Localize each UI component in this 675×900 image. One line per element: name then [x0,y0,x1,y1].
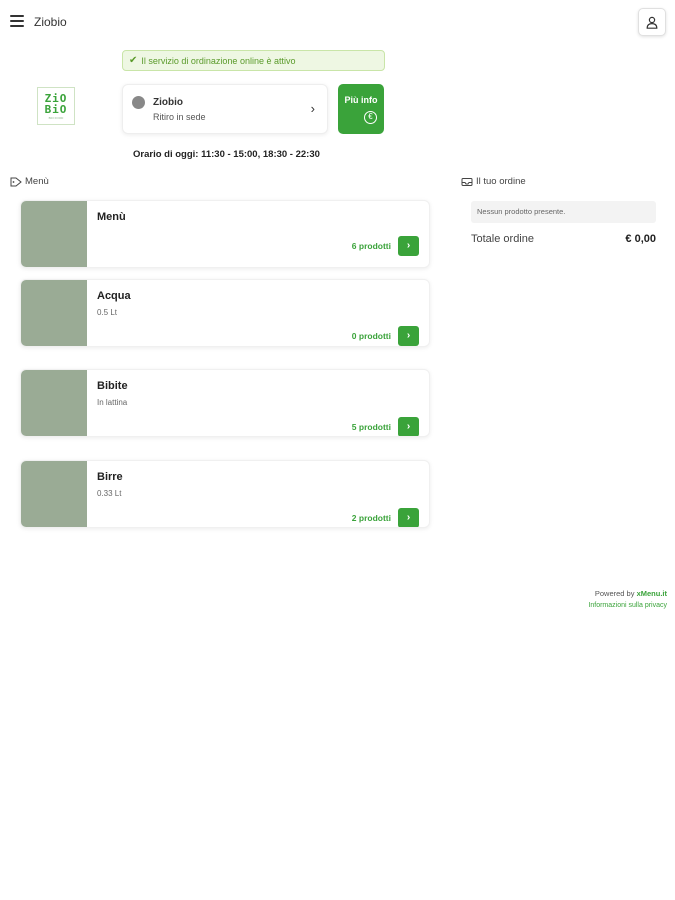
category-thumbnail [21,370,87,436]
privacy-link[interactable]: Informazioni sulla privacy [588,602,667,609]
check-icon: ✔ [129,55,138,66]
opening-hours: Orario di oggi: 11:30 - 15:00, 18:30 - 2… [133,149,320,160]
category-name: Menù [97,211,126,223]
category-thumbnail [21,201,87,267]
category-name: Bibite [97,380,128,392]
order-total-value: € 0,00 [625,233,656,245]
logo-line-3: BIO FOOD [48,115,64,120]
category-card-menu[interactable]: Menù 6 prodotti › [20,200,430,268]
category-product-count: 6 prodotti [351,241,391,251]
category-card-birre[interactable]: Birre 0.33 Lt 2 prodotti › [20,460,430,528]
order-total-label: Totale ordine [471,233,534,245]
category-card-acqua[interactable]: Acqua 0.5 Lt 0 prodotti › [20,279,430,347]
status-text: Il servizio di ordinazione online è atti… [141,55,296,66]
hamburger-icon[interactable] [10,15,24,27]
more-info-label: Più info [344,95,378,105]
chevron-right-icon[interactable]: › [398,417,419,436]
powered-by-brand[interactable]: xMenu.it [637,589,667,598]
chevron-right-icon: › [310,101,315,116]
service-mode: Ritiro in sede [153,112,206,122]
empty-order-message: Nessun prodotto presente. [471,201,656,223]
ordering-status-banner: ✔ Il servizio di ordinazione online è at… [122,50,385,71]
logo-line-2: BiO [44,102,68,116]
chevron-right-icon[interactable]: › [398,508,419,527]
category-description: 0.5 Lt [97,308,118,317]
category-card-bibite[interactable]: Bibite In lattina 5 prodotti › [20,369,430,437]
restaurant-selector[interactable]: Ziobio Ritiro in sede › [122,84,328,134]
user-icon [646,16,658,29]
chevron-right-icon[interactable]: › [398,236,419,256]
category-thumbnail [21,280,87,346]
more-info-button[interactable]: Più info € [338,84,384,134]
powered-by: Powered by xMenu.it [595,589,667,598]
menu-section-text: Menù [25,176,49,187]
menu-section-label: Menù [10,176,49,187]
euro-icon: € [364,111,377,124]
inbox-icon [461,177,473,186]
category-name: Birre [97,471,123,483]
chevron-right-icon[interactable]: › [398,326,419,346]
category-product-count: 2 prodotti [351,513,391,523]
logo-line-1: ZiO [44,91,68,105]
user-account-button[interactable] [638,8,666,36]
category-product-count: 5 prodotti [351,422,391,432]
top-bar: Ziobio [0,0,675,44]
category-description: 0.33 Lt [97,489,122,498]
category-product-count: 0 prodotti [351,331,391,341]
restaurant-logo: ZiO BiO BIO FOOD [37,87,75,125]
store-icon [132,96,145,109]
powered-by-prefix: Powered by [594,589,635,598]
order-section-text: Il tuo ordine [476,176,526,187]
category-description: In lattina [97,398,128,407]
restaurant-name: Ziobio [153,97,183,108]
order-section-label: Il tuo ordine [461,176,526,187]
category-name: Acqua [97,290,131,302]
tag-icon [10,177,22,186]
app-title: Ziobio [34,15,67,29]
category-thumbnail [21,461,87,527]
